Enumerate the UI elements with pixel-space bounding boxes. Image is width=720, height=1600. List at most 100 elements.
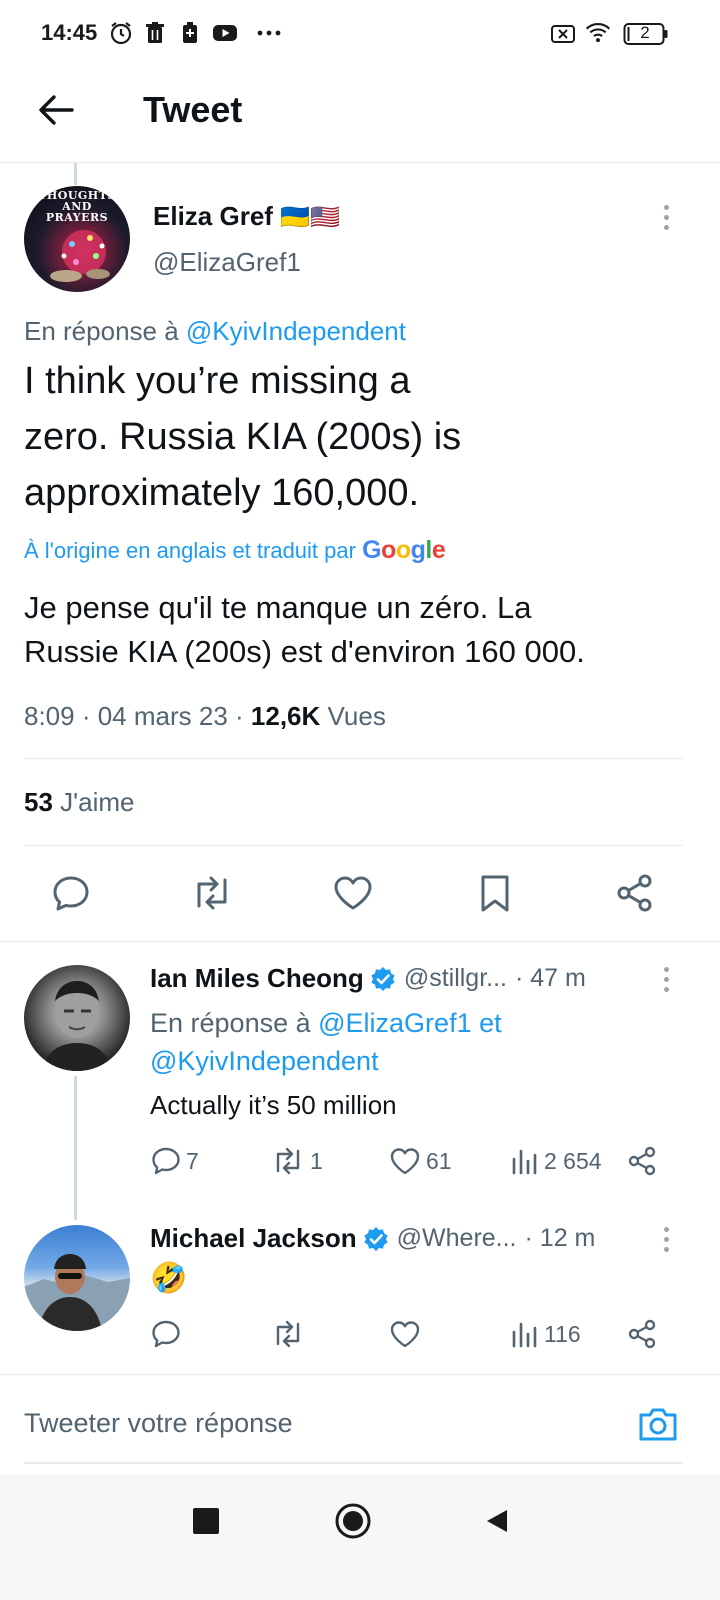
reply1-views-action[interactable]: 2 654 — [510, 1145, 602, 1177]
main-reply-context: En réponse à @KyivIndependent — [24, 316, 406, 347]
reply2-avatar[interactable] — [24, 1225, 130, 1331]
main-author-handle[interactable]: @ElizaGref1 — [153, 247, 301, 278]
likes-divider — [24, 845, 683, 846]
actions-divider — [0, 941, 720, 942]
reply-to-link[interactable]: @ElizaGref1 — [318, 1008, 471, 1038]
main-tweet-text: I think you’re missing a zero. Russia KI… — [24, 353, 461, 521]
reply2-retweet-action[interactable] — [270, 1318, 310, 1350]
compose-underline — [24, 1462, 683, 1464]
alarm-icon — [108, 20, 134, 46]
views-icon[interactable] — [510, 1145, 540, 1177]
likes-label[interactable]: J'aime — [60, 787, 134, 817]
reply1-time[interactable]: · 47 m — [515, 964, 586, 993]
reply2-reply-action[interactable] — [150, 1318, 186, 1350]
back-button[interactable] — [483, 1507, 511, 1535]
reply-icon[interactable] — [150, 1145, 182, 1177]
reply1-view-count: 2 654 — [544, 1147, 602, 1174]
reply-joiner: et — [471, 1008, 502, 1038]
recents-button[interactable] — [193, 1508, 219, 1534]
main-author-avatar[interactable]: THOUGHTS AND PRAYERS — [24, 186, 130, 292]
reply1-like-action[interactable]: 61 — [388, 1145, 452, 1177]
compose-top-divider — [0, 1374, 720, 1375]
reply2-time[interactable]: · 12 m — [525, 1224, 596, 1253]
tweet-text-line: approximately 160,000. — [24, 472, 420, 514]
reply2-header[interactable]: Michael Jackson @Where... · 12 m — [150, 1223, 670, 1254]
views-icon[interactable] — [510, 1318, 540, 1350]
google-logo: Google — [362, 536, 446, 564]
like-icon[interactable] — [388, 1318, 422, 1350]
reply1-reply-count: 7 — [186, 1147, 199, 1174]
reply-prefix: En réponse à — [24, 316, 186, 346]
battery-level: 2 — [640, 23, 650, 42]
translated-line: Je pense qu'il te manque un zéro. La — [24, 590, 532, 625]
home-button[interactable] — [334, 1502, 372, 1540]
trash-icon — [142, 20, 168, 46]
reply-to-link[interactable]: @KyivIndependent — [150, 1046, 379, 1076]
main-author-name-text[interactable]: Eliza Gref — [153, 201, 273, 231]
reply1-author-handle[interactable]: @stillgr... — [404, 964, 507, 993]
page-title: Tweet — [143, 89, 243, 130]
thread-connector — [74, 163, 77, 185]
more-dots-icon — [256, 20, 282, 46]
tweet-meta: 8:09 · 04 mars 23 · 12,6K Vues — [24, 701, 386, 731]
main-author-name[interactable]: Eliza Gref 🇺🇦🇺🇸 — [153, 201, 340, 232]
reply2-share-icon[interactable] — [626, 1318, 658, 1350]
camera-icon[interactable] — [636, 1404, 680, 1444]
main-more-icon[interactable] — [661, 205, 671, 235]
wifi-icon — [585, 19, 617, 47]
compose-reply-input[interactable]: Tweeter votre réponse — [24, 1408, 293, 1439]
likes-summary[interactable]: 53 J'aime — [24, 787, 134, 818]
youtube-icon — [212, 20, 238, 46]
avatar-caption: THOUGHTS AND PRAYERS — [38, 189, 116, 224]
translation-label[interactable]: À l'origine en anglais et traduit par — [24, 538, 356, 563]
likes-count[interactable]: 53 — [24, 787, 53, 817]
battery-icon: 2 — [623, 22, 669, 46]
battery-saver-icon — [177, 20, 203, 46]
reply1-like-count: 61 — [426, 1147, 452, 1174]
reply1-header[interactable]: Ian Miles Cheong @stillgr... · 47 m — [150, 963, 670, 994]
reply1-retweet-count: 1 — [310, 1147, 323, 1174]
status-time: 14:45 — [41, 20, 98, 45]
views-count: 12,6K — [250, 701, 321, 731]
tweet-time[interactable]: 8:09 — [24, 701, 75, 731]
reply1-context: En réponse à @ElizaGref1 et @KyivIndepen… — [150, 1004, 502, 1080]
back-arrow-icon[interactable] — [34, 88, 78, 132]
reply2-views-action[interactable]: 116 — [510, 1318, 581, 1350]
reply-prefix: En réponse à — [150, 1008, 319, 1038]
tweet-date[interactable]: 04 mars 23 — [98, 701, 228, 731]
reply1-text: Actually it’s 50 million — [150, 1090, 397, 1120]
reply1-reply-action[interactable]: 7 — [150, 1145, 199, 1177]
retweet-icon[interactable] — [189, 872, 235, 914]
reply-icon[interactable] — [150, 1318, 182, 1350]
tweet-text-line: zero. Russia KIA (200s) is — [24, 416, 462, 458]
reply1-author-name[interactable]: Ian Miles Cheong — [150, 963, 364, 994]
retweet-icon[interactable] — [270, 1145, 306, 1177]
retweet-icon[interactable] — [270, 1318, 306, 1350]
reply2-more-icon[interactable] — [661, 1227, 671, 1257]
reply2-view-count: 116 — [544, 1320, 581, 1347]
reply-icon[interactable] — [50, 872, 92, 914]
reply1-share-icon[interactable] — [626, 1145, 658, 1177]
reply-to-link[interactable]: @KyivIndependent — [186, 316, 406, 346]
reply1-retweet-action[interactable]: 1 — [270, 1145, 323, 1177]
reply2-author-name[interactable]: Michael Jackson — [150, 1223, 357, 1254]
author-flags: 🇺🇦🇺🇸 — [280, 204, 340, 231]
no-sim-icon — [550, 21, 576, 47]
translated-text: Je pense qu'il te manque un zéro. La Rus… — [24, 586, 585, 674]
share-icon[interactable] — [614, 872, 656, 914]
meta-divider — [24, 758, 683, 759]
tweet-text-line: I think you’re missing a — [24, 360, 411, 402]
views-label: Vues — [327, 701, 386, 731]
translated-line: Russie KIA (200s) est d'environ 160 000. — [24, 634, 585, 669]
reply-thread-connector — [74, 1076, 77, 1220]
reply1-more-icon[interactable] — [661, 967, 671, 997]
reply2-author-handle[interactable]: @Where... — [397, 1224, 517, 1253]
like-icon[interactable] — [388, 1145, 422, 1177]
verified-badge-icon — [363, 1226, 389, 1252]
like-icon[interactable] — [331, 872, 375, 914]
bookmark-icon[interactable] — [477, 872, 513, 914]
translation-attribution[interactable]: À l'origine en anglais et traduit par Go… — [24, 536, 446, 565]
reply2-like-action[interactable] — [388, 1318, 426, 1350]
verified-badge-icon — [370, 966, 396, 992]
reply1-avatar[interactable] — [24, 965, 130, 1071]
